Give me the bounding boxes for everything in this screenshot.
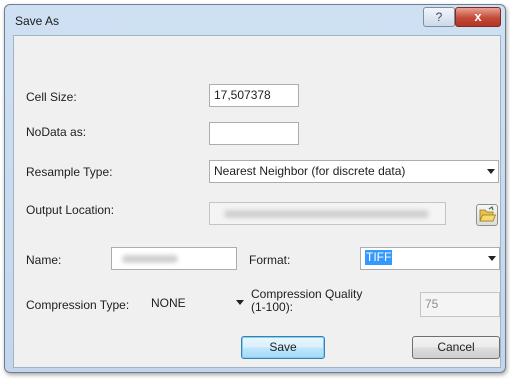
cell-size-input[interactable]: 17,507378 [209, 84, 299, 107]
cell-size-label: Cell Size: [26, 90, 77, 104]
chevron-down-icon [236, 300, 244, 305]
format-dropdown[interactable]: TIFF [360, 247, 500, 270]
format-value: TIFF [365, 250, 393, 265]
save-button[interactable]: Save [241, 336, 325, 359]
compression-type-value: NONE [151, 296, 186, 310]
browse-button[interactable] [476, 204, 498, 226]
blurred-path [224, 210, 429, 218]
save-as-dialog: Save As ? x Cell Size: 17,507378 NoData … [4, 4, 506, 373]
compression-type-dropdown[interactable]: NONE [146, 291, 248, 314]
close-button[interactable]: x [455, 7, 501, 27]
dialog-body: Cell Size: 17,507378 NoData as: Resample… [13, 35, 501, 368]
output-location-input[interactable] [209, 202, 446, 225]
name-label: Name: [26, 253, 62, 267]
compression-type-label: Compression Type: [26, 298, 130, 312]
nodata-input[interactable] [209, 122, 299, 145]
help-button[interactable]: ? [423, 7, 455, 27]
chevron-down-icon [487, 169, 495, 174]
resample-type-label: Resample Type: [26, 165, 113, 179]
compression-quality-label-line2: (1-100): [251, 300, 294, 314]
name-input[interactable] [111, 247, 237, 270]
folder-open-icon [479, 206, 497, 222]
cancel-button[interactable]: Cancel [412, 336, 500, 359]
format-label: Format: [249, 253, 291, 267]
compression-quality-label-line1: Compression Quality [251, 287, 363, 301]
chevron-down-icon [488, 256, 496, 261]
blurred-name [122, 255, 178, 263]
resample-type-value: Nearest Neighbor (for discrete data) [214, 164, 406, 178]
dialog-title: Save As [15, 14, 60, 28]
resample-type-dropdown[interactable]: Nearest Neighbor (for discrete data) [209, 160, 499, 183]
nodata-label: NoData as: [26, 125, 87, 139]
output-location-label: Output Location: [26, 203, 115, 217]
compression-quality-input[interactable]: 75 [420, 292, 500, 317]
